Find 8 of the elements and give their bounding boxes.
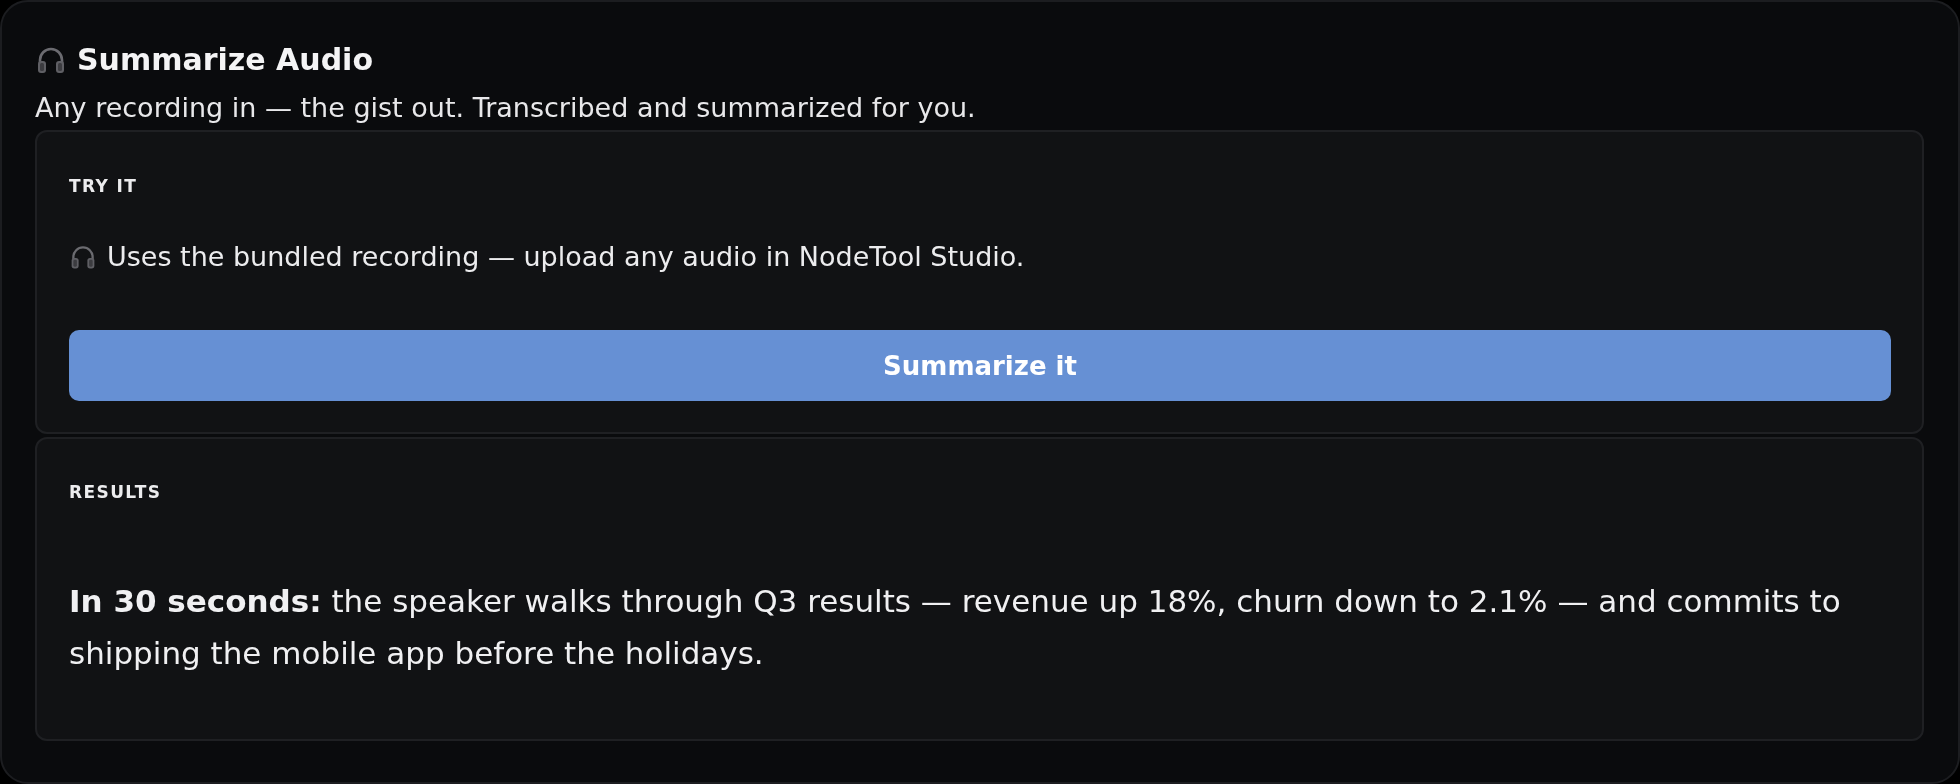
headphones-icon xyxy=(69,243,97,271)
page-title: Summarize Audio xyxy=(77,42,373,78)
summarize-button[interactable]: Summarize it xyxy=(69,330,1891,401)
page-subtitle: Any recording in — the gist out. Transcribed and summarized for you. xyxy=(35,91,977,125)
section-heading: RESULTS xyxy=(69,481,163,503)
summary-text: In 30 seconds: the speaker walks through Q3 results — revenue up 18%, churn down to 2.1% — and commits to shipping the mobile app before the holidays. xyxy=(69,582,1842,673)
hint-text: Uses the bundled recording — upload any audio in NodeTool Studio. xyxy=(107,240,1025,274)
section-heading: TRY IT xyxy=(69,175,139,197)
